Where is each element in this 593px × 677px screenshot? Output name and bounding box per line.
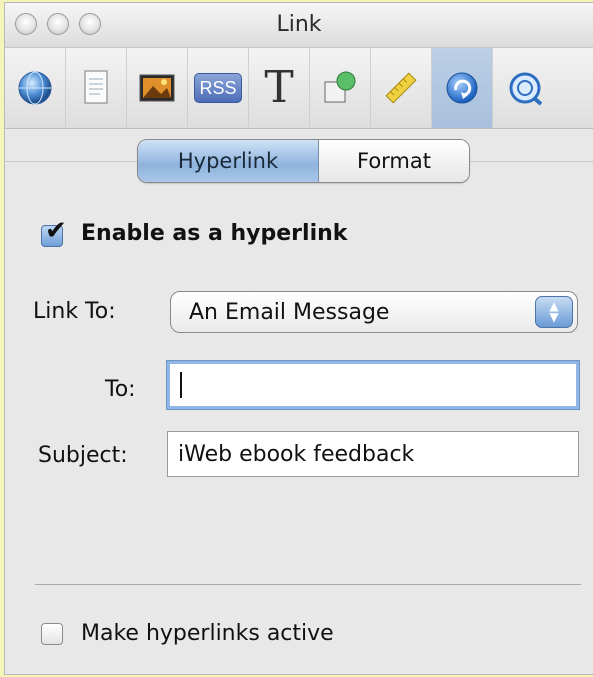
- page-inspector-tab[interactable]: [66, 48, 127, 128]
- rss-label: RSS: [199, 77, 237, 98]
- inspector-toolbar: RSS T: [5, 48, 593, 129]
- make-active-label: Make hyperlinks active: [81, 621, 334, 646]
- link-to-label: Link To:: [33, 299, 116, 324]
- link-inspector-tab[interactable]: [432, 48, 493, 128]
- subject-value: iWeb ebook feedback: [178, 441, 415, 467]
- text-caret: [180, 372, 182, 398]
- subject-label: Subject:: [38, 443, 128, 468]
- title-bar: Link: [5, 3, 593, 48]
- globe-icon: [18, 71, 52, 105]
- rss-inspector-tab[interactable]: RSS: [188, 48, 249, 128]
- link-panel: Hyperlink Format ✔ Enable as a hyperlink…: [5, 129, 593, 674]
- page-icon: [84, 70, 108, 104]
- section-divider: [35, 584, 581, 585]
- photo-icon: [139, 74, 175, 102]
- make-active-checkbox[interactable]: [41, 623, 63, 645]
- metrics-inspector-tab[interactable]: [371, 48, 432, 128]
- photo-inspector-tab[interactable]: [127, 48, 188, 128]
- link-to-value: An Email Message: [189, 300, 390, 325]
- enable-hyperlink-label: Enable as a hyperlink: [81, 221, 348, 246]
- tab-bar: Hyperlink Format: [137, 139, 470, 183]
- checkmark-icon: ✔: [45, 216, 67, 246]
- to-field[interactable]: [166, 360, 580, 410]
- link-to-popup[interactable]: An Email Message ▲ ▼: [170, 291, 578, 333]
- to-label: To:: [105, 377, 136, 402]
- enable-hyperlink-checkbox[interactable]: ✔: [41, 218, 67, 247]
- quicktime-icon: [509, 72, 543, 106]
- document-inspector-tab[interactable]: [5, 48, 66, 128]
- shape-icon: [324, 71, 356, 103]
- quicktime-inspector-tab[interactable]: [493, 48, 553, 128]
- subject-field[interactable]: iWeb ebook feedback: [167, 431, 579, 477]
- rss-icon: RSS: [194, 73, 242, 103]
- link-icon: [446, 72, 478, 104]
- tab-format[interactable]: Format: [319, 140, 469, 182]
- text-inspector-tab[interactable]: T: [249, 48, 310, 128]
- graphic-inspector-tab[interactable]: [310, 48, 371, 128]
- ruler-icon: [385, 72, 417, 104]
- text-icon: T: [264, 62, 294, 113]
- window-title: Link: [276, 12, 322, 37]
- popup-arrows-icon: ▲ ▼: [535, 296, 573, 328]
- tab-hyperlink[interactable]: Hyperlink: [138, 140, 319, 182]
- link-inspector-window: Link RSS T Hyperlink Format ✔ Enable as …: [4, 2, 593, 675]
